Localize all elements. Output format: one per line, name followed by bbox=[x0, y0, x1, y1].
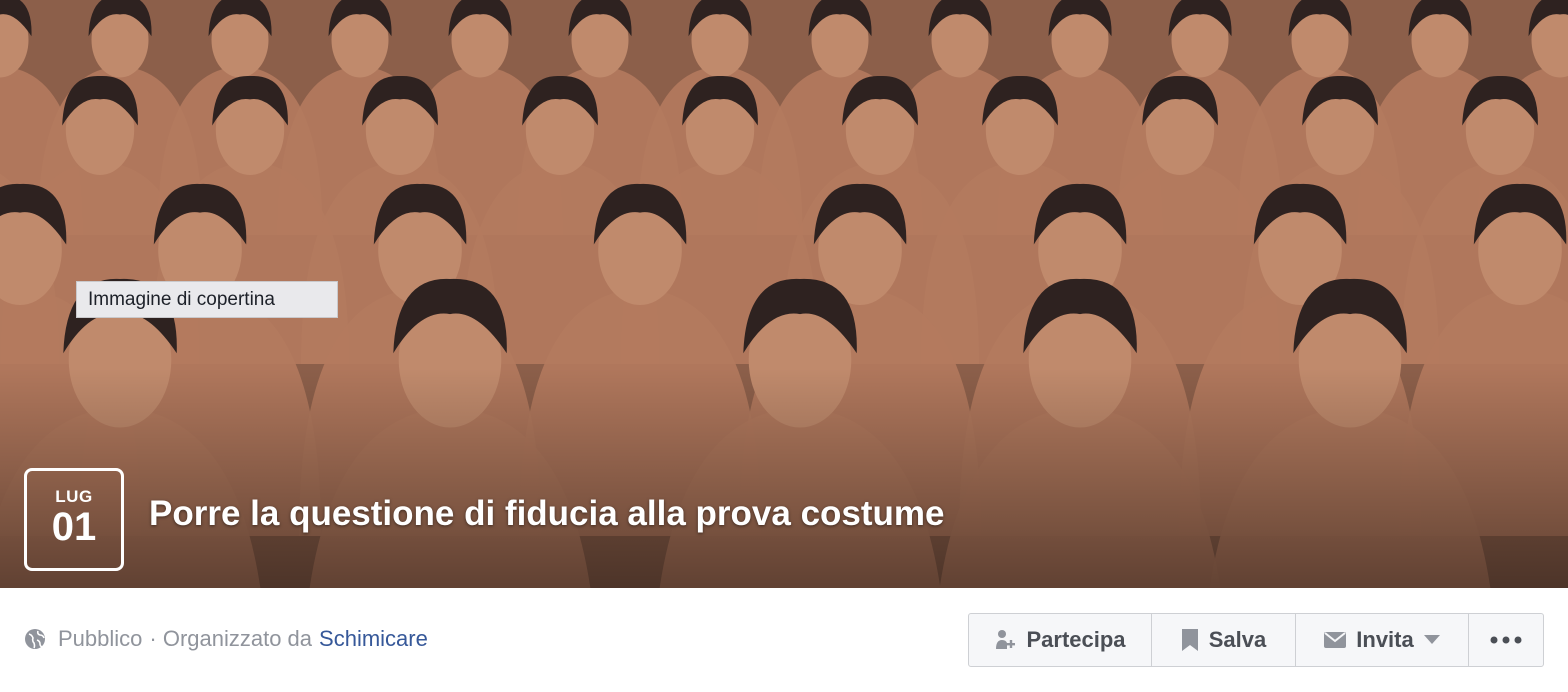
more-button[interactable] bbox=[1469, 614, 1543, 666]
person-add-icon bbox=[996, 630, 1016, 649]
cover-photo[interactable]: Immagine di copertina LUG 01 Porre la qu… bbox=[0, 0, 1568, 588]
caret-down-icon[interactable] bbox=[1423, 635, 1440, 645]
cover-tooltip: Immagine di copertina bbox=[76, 281, 338, 318]
globe-icon bbox=[25, 629, 45, 649]
envelope-icon bbox=[1324, 632, 1347, 648]
going-button[interactable]: Partecipa bbox=[969, 614, 1152, 666]
more-icon bbox=[1490, 636, 1522, 644]
bookmark-icon bbox=[1181, 629, 1198, 651]
save-button[interactable]: Salva bbox=[1152, 614, 1296, 666]
event-month: LUG bbox=[55, 487, 93, 506]
privacy-label: Pubblico bbox=[58, 626, 143, 651]
event-actions: Partecipa Salva Invita bbox=[968, 613, 1544, 667]
save-label: Salva bbox=[1208, 627, 1267, 652]
event-day: 01 bbox=[51, 505, 97, 549]
going-label: Partecipa bbox=[1026, 627, 1126, 652]
organizer-link[interactable]: Schimicare bbox=[319, 626, 428, 652]
event-info-bar: Pubblico · Organizzato da Schimicare Par… bbox=[0, 588, 1568, 692]
organized-by-label: · Organizzato da bbox=[149, 626, 313, 651]
invite-label: Invita bbox=[1356, 627, 1414, 652]
cover-gradient bbox=[0, 368, 1568, 588]
event-date-badge: LUG 01 bbox=[24, 468, 124, 571]
event-meta: Pubblico · Organizzato da Schimicare bbox=[24, 626, 428, 652]
invite-button[interactable]: Invita bbox=[1296, 614, 1469, 666]
event-title: Porre la questione di fiducia alla prova… bbox=[149, 494, 945, 533]
